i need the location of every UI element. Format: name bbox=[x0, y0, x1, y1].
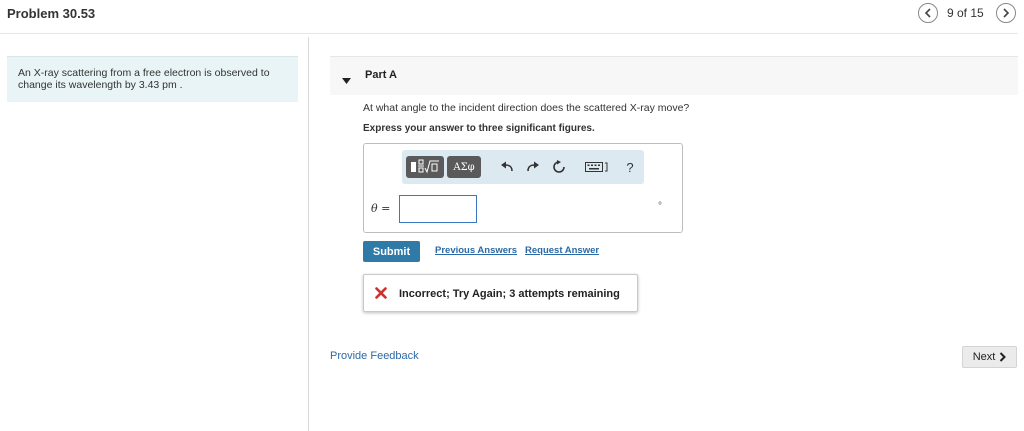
reset-icon[interactable] bbox=[550, 158, 568, 176]
greek-symbols-button[interactable]: ΑΣφ bbox=[447, 156, 481, 178]
chevron-right-icon bbox=[1000, 352, 1007, 362]
provide-feedback-link[interactable]: Provide Feedback bbox=[330, 350, 419, 362]
templates-icon bbox=[411, 159, 439, 174]
undo-icon[interactable] bbox=[498, 158, 516, 176]
problem-statement-panel: An X-ray scattering from a free electron… bbox=[7, 56, 298, 102]
page-title: Problem 30.53 bbox=[7, 6, 96, 21]
collapse-caret-icon[interactable] bbox=[342, 71, 351, 89]
next-button-label: Next bbox=[972, 351, 996, 363]
incorrect-x-icon bbox=[375, 286, 387, 304]
submit-button[interactable]: Submit bbox=[363, 241, 420, 262]
keyboard-icon[interactable] bbox=[584, 158, 610, 176]
answer-input[interactable] bbox=[399, 195, 477, 223]
feedback-text: Incorrect; Try Again; 3 attempts remaini… bbox=[399, 288, 620, 300]
request-answer-link[interactable]: Request Answer bbox=[525, 245, 599, 256]
help-button[interactable]: ? bbox=[621, 158, 639, 176]
next-problem-button[interactable] bbox=[996, 3, 1016, 23]
previous-answers-link[interactable]: Previous Answers bbox=[435, 245, 517, 256]
problem-statement: An X-ray scattering from a free electron… bbox=[18, 67, 270, 91]
header-divider bbox=[0, 33, 1018, 34]
part-label: Part A bbox=[365, 69, 397, 81]
instruction-text: Express your answer to three significant… bbox=[363, 123, 595, 134]
part-header[interactable] bbox=[330, 57, 1018, 95]
chevron-right-icon bbox=[1003, 8, 1010, 18]
answer-panel: ΑΣφ ? θ = ° bbox=[363, 143, 683, 233]
math-toolbar: ΑΣφ ? bbox=[402, 150, 644, 184]
previous-problem-button[interactable] bbox=[918, 3, 938, 23]
redo-icon[interactable] bbox=[524, 158, 542, 176]
unit-label: ° bbox=[658, 201, 662, 212]
column-divider bbox=[308, 37, 309, 431]
chevron-left-icon bbox=[924, 8, 931, 18]
templates-button[interactable] bbox=[406, 156, 444, 178]
pager-count: 9 of 15 bbox=[947, 6, 984, 20]
next-button[interactable]: Next bbox=[962, 346, 1017, 368]
variable-label: θ = bbox=[371, 202, 391, 215]
question-text: At what angle to the incident direction … bbox=[363, 102, 690, 114]
feedback-message-box: Incorrect; Try Again; 3 attempts remaini… bbox=[363, 274, 638, 312]
